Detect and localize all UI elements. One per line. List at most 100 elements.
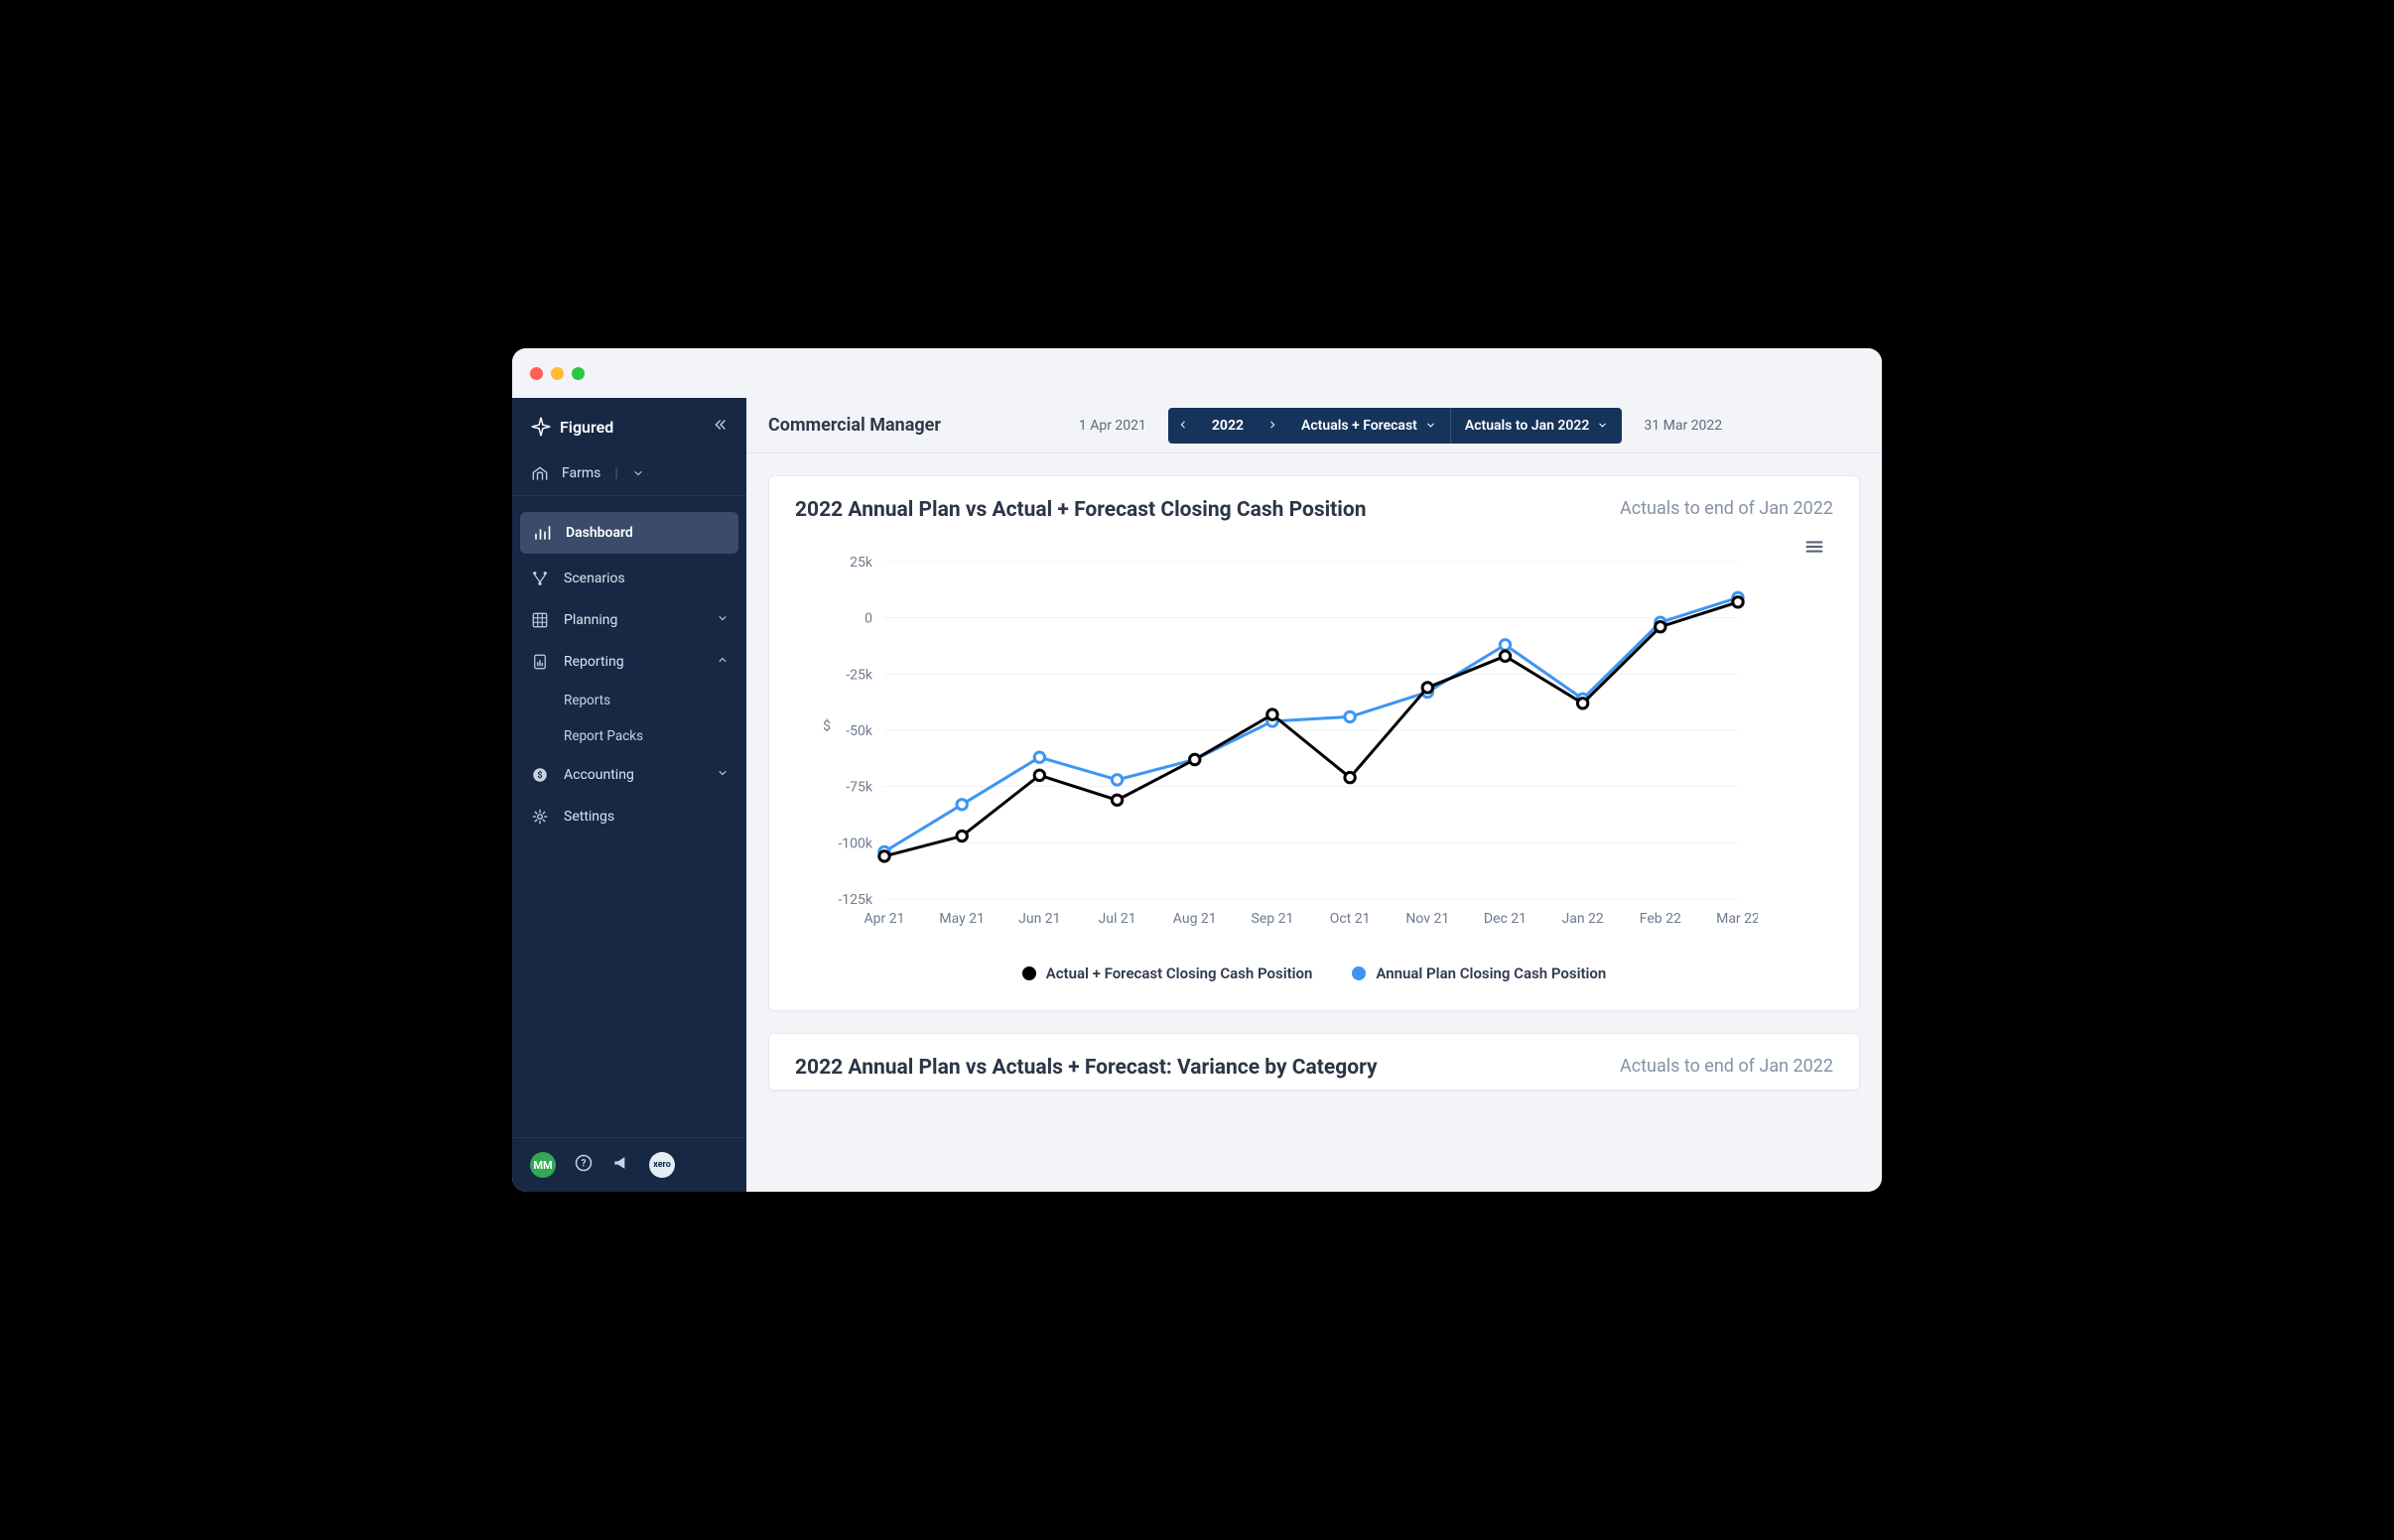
sidebar-item-accounting[interactable]: $ Accounting xyxy=(512,754,746,796)
grid-icon xyxy=(530,611,550,629)
svg-text:Apr 21: Apr 21 xyxy=(864,911,905,927)
window-close-icon[interactable] xyxy=(530,367,543,380)
chevron-up-icon xyxy=(717,654,729,670)
chevron-down-icon xyxy=(717,612,729,628)
period-start-date: 1 Apr 2021 xyxy=(1079,418,1146,434)
svg-text:25k: 25k xyxy=(850,555,873,571)
year-label[interactable]: 2022 xyxy=(1198,408,1258,444)
svg-text:-100k: -100k xyxy=(838,835,872,851)
sidebar-collapse-button[interactable] xyxy=(713,417,729,437)
window-minimize-icon[interactable] xyxy=(551,367,564,380)
line-chart: -125k-100k-75k-50k-25k025k$Apr 21May 21J… xyxy=(795,532,1758,949)
user-avatar[interactable]: MM xyxy=(530,1152,556,1178)
legend-item-actual-forecast[interactable]: Actual + Forecast Closing Cash Position xyxy=(1022,964,1313,982)
sidebar-item-label: Scenarios xyxy=(564,571,625,586)
sidebar-item-reporting[interactable]: Reporting xyxy=(512,641,746,683)
document-chart-icon xyxy=(530,653,550,671)
gear-icon xyxy=(530,808,550,826)
sidebar-item-label: Reporting xyxy=(564,654,624,670)
chart-container: -125k-100k-75k-50k-25k025k$Apr 21May 21J… xyxy=(795,532,1833,982)
dollar-circle-icon: $ xyxy=(530,766,550,784)
xero-badge-icon[interactable]: xero xyxy=(649,1152,675,1178)
star-icon xyxy=(530,416,552,438)
svg-text:$: $ xyxy=(823,717,831,734)
content-scroll[interactable]: 2022 Annual Plan vs Actual + Forecast Cl… xyxy=(746,453,1882,1192)
svg-text:Mar 22: Mar 22 xyxy=(1716,911,1758,927)
svg-text:?: ? xyxy=(582,1158,587,1169)
chevron-down-icon xyxy=(632,467,644,479)
chart-menu-button[interactable] xyxy=(1803,536,1825,562)
card-cash-position: 2022 Annual Plan vs Actual + Forecast Cl… xyxy=(768,475,1860,1011)
brand-name: Figured xyxy=(560,418,613,437)
period-end-date: 31 Mar 2022 xyxy=(1644,418,1722,434)
sidebar-subitem-report-packs[interactable]: Report Packs xyxy=(564,718,746,754)
chevron-left-icon xyxy=(1178,420,1188,430)
sidebar-item-label: Planning xyxy=(564,612,617,628)
legend-dot-icon xyxy=(1352,966,1366,980)
farm-icon xyxy=(530,463,550,483)
sidebar-item-label: Settings xyxy=(564,809,614,825)
chevron-down-icon xyxy=(717,767,729,783)
hamburger-icon xyxy=(1803,536,1825,558)
chart-legend: Actual + Forecast Closing Cash Position … xyxy=(795,964,1833,982)
actuals-to-dropdown[interactable]: Actuals to Jan 2022 xyxy=(1450,408,1623,444)
farms-label: Farms xyxy=(562,465,600,481)
chevron-right-icon xyxy=(1267,420,1277,430)
sidebar-subitem-reports[interactable]: Reports xyxy=(564,683,746,718)
svg-text:0: 0 xyxy=(864,611,872,627)
help-icon[interactable]: ? xyxy=(574,1153,594,1177)
mode-dropdown[interactable]: Actuals + Forecast xyxy=(1287,408,1450,444)
card-title: 2022 Annual Plan vs Actual + Forecast Cl… xyxy=(795,498,1366,522)
svg-text:Jul 21: Jul 21 xyxy=(1099,911,1136,927)
megaphone-icon[interactable] xyxy=(611,1153,631,1177)
legend-item-annual-plan[interactable]: Annual Plan Closing Cash Position xyxy=(1352,964,1606,982)
card-subtitle: Actuals to end of Jan 2022 xyxy=(1620,1056,1833,1077)
svg-text:Sep 21: Sep 21 xyxy=(1252,911,1294,927)
svg-text:-50k: -50k xyxy=(846,723,873,739)
window-zoom-icon[interactable] xyxy=(572,367,585,380)
legend-label: Annual Plan Closing Cash Position xyxy=(1376,964,1606,982)
sidebar: Figured Farms | Dashboar xyxy=(512,398,746,1192)
sidebar-item-label: Dashboard xyxy=(566,525,633,541)
bar-chart-icon xyxy=(532,524,552,542)
sidebar-item-settings[interactable]: Settings xyxy=(512,796,746,837)
legend-label: Actual + Forecast Closing Cash Position xyxy=(1046,964,1313,982)
sidebar-nav: Dashboard Scenarios Planning xyxy=(512,502,746,1137)
svg-text:$: $ xyxy=(537,770,542,781)
svg-text:Oct 21: Oct 21 xyxy=(1330,911,1371,927)
sidebar-item-scenarios[interactable]: Scenarios xyxy=(512,558,746,599)
sidebar-item-label: Accounting xyxy=(564,767,634,783)
svg-text:Dec 21: Dec 21 xyxy=(1484,911,1527,927)
sidebar-sub-reporting: Reports Report Packs xyxy=(512,683,746,754)
app-window: Figured Farms | Dashboar xyxy=(512,348,1882,1192)
topbar: Commercial Manager 1 Apr 2021 2022 Actua… xyxy=(746,398,1882,453)
sidebar-item-dashboard[interactable]: Dashboard xyxy=(520,512,738,554)
svg-text:-125k: -125k xyxy=(838,892,872,908)
svg-text:-75k: -75k xyxy=(846,780,873,796)
window-titlebar xyxy=(512,348,1882,398)
chevron-down-icon xyxy=(1597,420,1608,431)
card-title: 2022 Annual Plan vs Actuals + Forecast: … xyxy=(795,1056,1378,1080)
year-next-button[interactable] xyxy=(1258,419,1287,433)
svg-text:Jan 22: Jan 22 xyxy=(1561,911,1603,927)
year-nav: 2022 Actuals + Forecast Actuals to Jan 2… xyxy=(1168,408,1623,444)
page-title: Commercial Manager xyxy=(768,415,941,436)
sidebar-bottom: MM ? xero xyxy=(512,1137,746,1192)
card-variance-by-category: 2022 Annual Plan vs Actuals + Forecast: … xyxy=(768,1033,1860,1091)
legend-dot-icon xyxy=(1022,966,1036,980)
card-subtitle: Actuals to end of Jan 2022 xyxy=(1620,498,1833,519)
farms-switcher[interactable]: Farms | xyxy=(512,451,746,496)
actuals-to-label: Actuals to Jan 2022 xyxy=(1465,418,1590,434)
svg-text:Feb 22: Feb 22 xyxy=(1640,911,1681,927)
svg-text:Nov 21: Nov 21 xyxy=(1405,911,1449,927)
svg-text:-25k: -25k xyxy=(846,667,873,683)
mode-label: Actuals + Forecast xyxy=(1301,418,1417,434)
svg-text:Aug 21: Aug 21 xyxy=(1173,911,1217,927)
chevron-down-icon xyxy=(1425,420,1436,431)
brand-logo[interactable]: Figured xyxy=(530,416,613,438)
year-prev-button[interactable] xyxy=(1168,419,1198,433)
chevrons-left-icon xyxy=(713,417,729,433)
sidebar-item-planning[interactable]: Planning xyxy=(512,599,746,641)
svg-text:Jun 21: Jun 21 xyxy=(1018,911,1060,927)
main: Commercial Manager 1 Apr 2021 2022 Actua… xyxy=(746,398,1882,1192)
